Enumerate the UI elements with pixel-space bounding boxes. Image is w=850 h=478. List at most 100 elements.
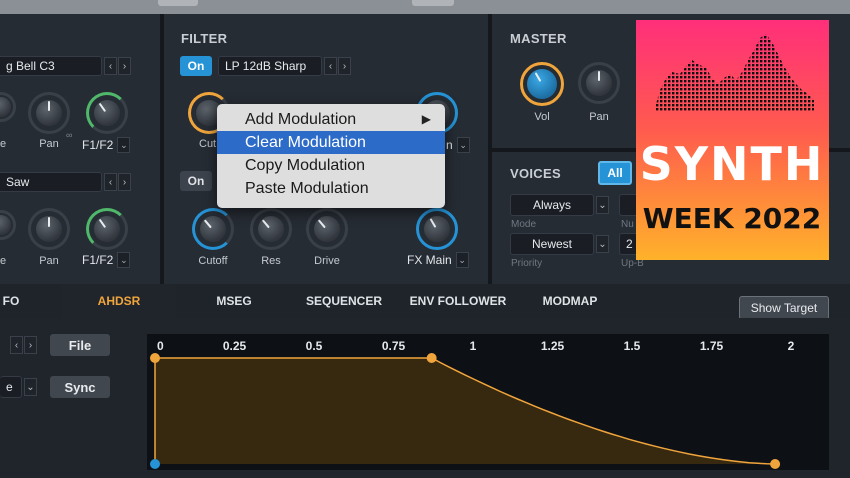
menu-item-label: Paste Modulation — [245, 180, 369, 197]
voice-priority-select[interactable]: Newest — [510, 233, 594, 255]
axis-tick-label: 1.75 — [700, 339, 724, 353]
prev-arrow-icon[interactable]: ‹ — [324, 57, 337, 75]
osc1-pan-knob[interactable] — [28, 92, 70, 134]
filter-drive-knob[interactable] — [306, 208, 348, 250]
menu-item-label: Clear Modulation — [245, 134, 366, 151]
osc2-preset-label: Saw — [6, 175, 30, 189]
osc1-filter-mix-knob[interactable] — [86, 92, 128, 134]
osc2-preset-arrows: ‹ › — [104, 173, 131, 191]
tab-mseg[interactable]: MSEG — [198, 284, 270, 318]
voice-mode-value: Always — [532, 198, 571, 212]
filter-type-label: LP 12dB Sharp — [225, 59, 307, 73]
menu-item-copy-modulation[interactable]: Copy Modulation — [217, 154, 445, 177]
filter-res-knob[interactable] — [250, 208, 292, 250]
fx-destination-select[interactable]: FX Main ⌄ — [407, 252, 469, 268]
voice-priority-label: Priority — [511, 258, 543, 269]
master-pan-label: Pan — [589, 111, 609, 123]
next-arrow-icon[interactable]: › — [118, 173, 131, 191]
env-mode-chevron: ⌄ — [24, 378, 37, 396]
chevron-down-icon: ⌄ — [117, 137, 131, 153]
filter-title: FILTER — [181, 31, 228, 46]
env-preset-arrows: ‹ › — [10, 336, 37, 354]
filter-cutoff-label-partial: Cut — [199, 138, 217, 150]
next-arrow-icon[interactable]: › — [338, 57, 351, 75]
chevron-down-icon[interactable]: ⌄ — [596, 196, 609, 214]
axis-tick-label: 0 — [157, 339, 164, 353]
osc2-output-select[interactable]: F1/F2 ⌄ — [82, 252, 131, 268]
upbend-value: 2 — [626, 237, 633, 251]
prev-arrow-icon[interactable]: ‹ — [10, 336, 23, 354]
next-arrow-icon[interactable]: › — [24, 336, 37, 354]
ahdsr-envelope-graph[interactable]: 0 0.25 0.5 0.75 1 1.25 1.5 1.75 2 — [147, 334, 829, 470]
synth-week-badge: SYNTH WEEK 2022 — [636, 20, 829, 260]
tab-env-follower[interactable]: ENV FOLLOWER — [404, 284, 512, 318]
tab-lfo[interactable]: FO — [0, 284, 22, 318]
filter-drive-label: Drive — [314, 255, 340, 267]
filter-type-select[interactable]: LP 12dB Sharp — [218, 56, 322, 76]
envelope-point[interactable] — [150, 459, 160, 469]
tab-modmap[interactable]: MODMAP — [530, 284, 610, 318]
voices-all-button[interactable]: All — [598, 161, 632, 185]
tab-sequencer[interactable]: SEQUENCER — [298, 284, 390, 318]
fx-destination-label: FX Main — [407, 253, 452, 267]
osc1-pan-label: Pan — [39, 138, 59, 150]
prev-arrow-icon[interactable]: ‹ — [104, 173, 117, 191]
filter-cutoff-knob[interactable] — [192, 208, 234, 250]
tab-ahdsr[interactable]: AHDSR — [62, 284, 176, 318]
master-title: MASTER — [510, 31, 567, 46]
voice-priority-chevron: ⌄ — [596, 235, 609, 253]
prev-arrow-icon[interactable]: ‹ — [104, 57, 117, 75]
master-vol-knob[interactable] — [520, 62, 564, 106]
osc1-output-label: F1/F2 — [82, 138, 114, 152]
filter-on-toggle[interactable]: On — [180, 56, 212, 76]
env-mode-select[interactable]: e — [0, 376, 22, 398]
chevron-down-icon[interactable]: ⌄ — [24, 378, 37, 396]
osc2-filter-mix-knob[interactable] — [86, 208, 128, 250]
osc2-pan-label: Pan — [39, 255, 59, 267]
osc2-output-label: F1/F2 — [82, 253, 114, 267]
window-titlebar — [0, 0, 850, 14]
chevron-down-icon: ⌄ — [456, 137, 470, 153]
envelope-fill — [155, 358, 776, 464]
submenu-arrow-icon: ▶ — [421, 112, 431, 126]
envelope-point[interactable] — [150, 353, 160, 363]
voice-priority-value: Newest — [531, 237, 572, 251]
menu-item-clear-modulation[interactable]: Clear Modulation — [217, 131, 445, 154]
badge-subtitle: WEEK 2022 — [643, 202, 822, 235]
fx-main-knob[interactable] — [416, 208, 458, 250]
chevron-down-icon[interactable]: ⌄ — [596, 235, 609, 253]
osc2-pan-knob[interactable] — [28, 208, 70, 250]
filter-right-select[interactable]: n ⌄ — [446, 137, 470, 153]
axis-tick-label: 1.25 — [541, 339, 565, 353]
axis-tick-label: 0.5 — [306, 339, 323, 353]
osc1-output-select[interactable]: F1/F2 ⌄ — [82, 137, 131, 153]
voice-number-label: Nu — [621, 219, 634, 230]
menu-item-label: Add Modulation — [245, 111, 357, 128]
filter2-on-toggle[interactable]: On — [180, 171, 212, 191]
next-arrow-icon[interactable]: › — [118, 57, 131, 75]
file-button[interactable]: File — [50, 334, 110, 356]
show-target-button[interactable]: Show Target — [739, 296, 829, 320]
axis-tick-label: 1.5 — [624, 339, 641, 353]
voice-mode-select[interactable]: Always — [510, 194, 594, 216]
modulation-context-menu: Add Modulation ▶ Clear Modulation Copy M… — [217, 104, 445, 208]
filter-type-arrows: ‹ › — [324, 57, 351, 75]
envelope-svg: 0 0.25 0.5 0.75 1 1.25 1.5 1.75 2 — [150, 339, 795, 469]
voice-mode-chevron: ⌄ — [596, 196, 609, 214]
master-pan-knob[interactable] — [578, 62, 620, 104]
envelope-point[interactable] — [426, 353, 437, 363]
voices-title: VOICES — [510, 166, 561, 181]
sync-button[interactable]: Sync — [50, 376, 110, 398]
axis-tick-label: 0.75 — [382, 339, 406, 353]
envelope-point[interactable] — [770, 459, 781, 469]
axis-tick-label: 0.25 — [223, 339, 247, 353]
osc2-preset-select[interactable]: Saw — [0, 172, 102, 192]
osc1-preset-label: g Bell C3 — [6, 59, 55, 73]
menu-item-add-modulation[interactable]: Add Modulation ▶ — [217, 108, 445, 131]
menu-item-paste-modulation[interactable]: Paste Modulation — [217, 177, 445, 200]
chevron-down-icon: ⌄ — [117, 252, 131, 268]
link-icon: ∞ — [66, 130, 73, 140]
voice-mode-label: Mode — [511, 219, 537, 230]
osc1-preset-select[interactable]: g Bell C3 — [0, 56, 102, 76]
osc1-preset-arrows: ‹ › — [104, 57, 131, 75]
